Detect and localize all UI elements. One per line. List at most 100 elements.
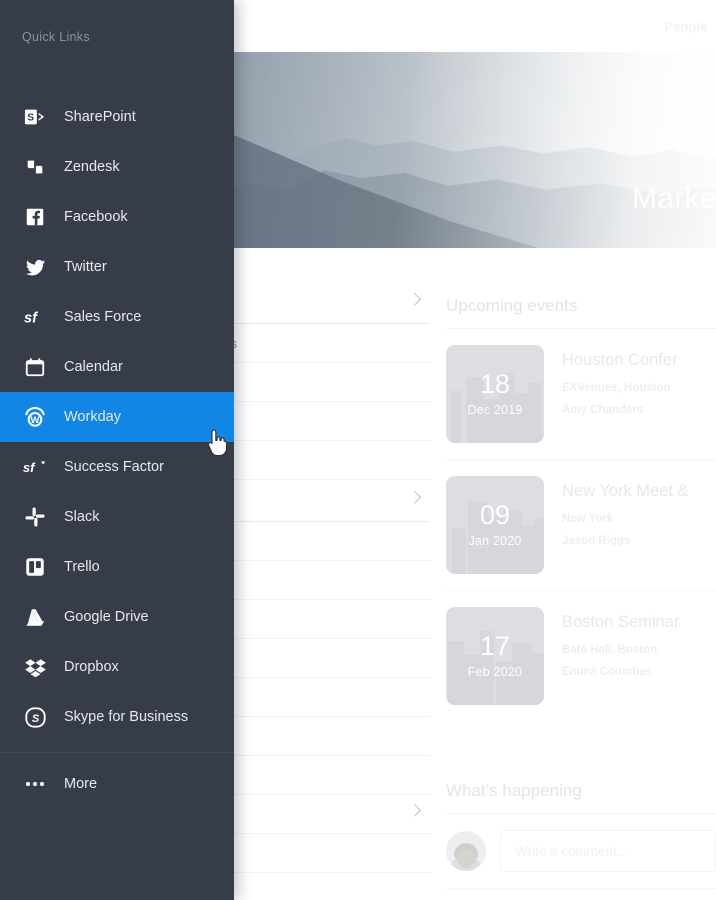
topnav-item-people[interactable]: People <box>664 19 708 34</box>
successfactors-icon: sf <box>22 454 48 480</box>
event-month: Feb 2020 <box>467 665 523 679</box>
list-row[interactable]: eral <box>188 561 430 600</box>
list-row[interactable]: rum <box>188 441 430 480</box>
event-host: Amy Chanders <box>562 404 644 416</box>
event-thumbnail: 18 Dec 2019 <box>446 345 544 443</box>
sidebar-item-label: Slack <box>64 509 100 525</box>
list-row[interactable]: als <box>188 402 430 441</box>
chevron-right-icon[interactable] <box>402 282 424 323</box>
sidebar-title: Quick Links <box>22 30 90 44</box>
event-host: Jason Riggs <box>562 535 631 547</box>
svg-text:W: W <box>31 415 40 426</box>
sidebar-item-more[interactable]: More <box>0 759 234 809</box>
navigation-list-column: ecumentsentsalsrumePointBookseral tes <box>188 282 430 900</box>
sidebar-item-dropbox[interactable]: Dropbox <box>0 642 234 692</box>
top-navigation: People <box>234 0 716 52</box>
svg-text:S: S <box>27 113 34 124</box>
sidebar-divider <box>0 752 234 753</box>
list-row[interactable] <box>234 795 430 834</box>
sidebar-item-workday[interactable]: W Workday <box>0 392 234 442</box>
sidebar-item-trello[interactable]: Trello <box>0 542 234 592</box>
event-month: Dec 2019 <box>467 403 523 417</box>
list-row[interactable] <box>234 600 430 639</box>
list-row[interactable]: e <box>188 282 430 324</box>
sidebar-item-label: Facebook <box>64 209 128 225</box>
svg-text:sf: sf <box>24 311 39 327</box>
svg-text:sf: sf <box>23 460 36 475</box>
comment-input[interactable]: Write a comment... <box>500 830 716 872</box>
sidebar-item-sharepoint[interactable]: S SharePoint <box>0 92 234 142</box>
event-info: Houston Confer EXVenues, Houston Amy Chand… <box>544 345 678 416</box>
trello-icon <box>22 554 48 580</box>
facebook-icon <box>22 204 48 230</box>
whats-happening-heading: What’s happening <box>446 767 716 814</box>
calendar-icon <box>22 354 48 380</box>
event-title[interactable]: Houston Confer <box>562 351 678 370</box>
chevron-right-icon[interactable] <box>402 795 424 833</box>
skype-icon: S <box>22 704 48 730</box>
list-row[interactable] <box>234 717 430 756</box>
sidebar-item-label: Calendar <box>64 359 123 375</box>
event-item[interactable]: 17 Feb 2020 Boston Seminar Bata Hall, Bosto… <box>446 591 716 721</box>
sidebar-item-label: Workday <box>64 409 121 425</box>
sidebar-item-calendar[interactable]: Calendar <box>0 342 234 392</box>
sidebar-item-label: SharePoint <box>64 109 136 125</box>
sidebar-item-slack[interactable]: Slack <box>0 492 234 542</box>
sidebar-item-twitter[interactable]: Twitter <box>0 242 234 292</box>
current-user-avatar <box>446 831 486 871</box>
zendesk-icon <box>22 154 48 180</box>
sidebar-item-label: Zendesk <box>64 159 120 175</box>
workday-icon: W <box>22 404 48 430</box>
upcoming-events-heading: Upcoming events <box>446 282 716 329</box>
list-row[interactable] <box>234 756 430 795</box>
sharepoint-icon: S <box>22 104 48 130</box>
event-host: Emma Coombes <box>562 666 653 678</box>
sidebar-item-label: Success Factor <box>64 459 164 475</box>
sidebar-item-label: Trello <box>64 559 100 575</box>
sidebar-item-label: Google Drive <box>64 609 149 625</box>
event-location: New York <box>562 513 614 525</box>
quick-links-sidebar: Quick Links S SharePoint Zendesk Facebook Tw… <box>0 0 234 900</box>
list-row[interactable]: tes <box>188 678 430 717</box>
event-title[interactable]: New York Meet & <box>562 482 689 501</box>
list-row[interactable]: ePoint <box>188 480 430 522</box>
whats-happening-section: What’s happening Write a comment... <box>446 767 716 900</box>
sidebar-item-google-drive[interactable]: Google Drive <box>0 592 234 642</box>
svg-text:S: S <box>31 712 39 724</box>
event-month: Jan 2020 <box>468 534 522 548</box>
list-row[interactable]: Books <box>188 522 430 561</box>
event-thumbnail: 09 Jan 2020 <box>446 476 544 574</box>
sidebar-item-facebook[interactable]: Facebook <box>0 192 234 242</box>
event-date-block: 18 Dec 2019 <box>446 345 544 443</box>
event-item[interactable]: 18 Dec 2019 Houston Confer EXVenues, Housto… <box>446 329 716 460</box>
event-info: New York Meet & New York Jason Riggs <box>544 476 689 547</box>
sidebar-item-zendesk[interactable]: Zendesk <box>0 142 234 192</box>
google-drive-icon <box>22 604 48 630</box>
sidebar-item-skype-for-business[interactable]: S Skype for Business <box>0 692 234 742</box>
sidebar-item-sales-force[interactable]: sf Sales Force <box>0 292 234 342</box>
event-info: Boston Seminar Bata Hall, Boston Emma Coom… <box>544 607 679 678</box>
list-row[interactable] <box>234 639 430 678</box>
hero-title: Marke <box>632 182 716 215</box>
event-location: Bata Hall, Boston <box>562 644 658 656</box>
event-date-block: 17 Feb 2020 <box>446 607 544 705</box>
sidebar-item-label: Dropbox <box>64 659 119 675</box>
event-thumbnail: 17 Feb 2020 <box>446 607 544 705</box>
event-day: 17 <box>479 631 511 661</box>
twitter-icon <box>22 254 48 280</box>
list-row[interactable] <box>234 834 430 873</box>
list-row[interactable]: ents <box>188 363 430 402</box>
sidebar-item-list: S SharePoint Zendesk Facebook Twitter sf Sales… <box>0 92 234 742</box>
ellipsis-icon <box>22 771 48 797</box>
feed-item[interactable]: Kyle Colon added <box>446 889 716 900</box>
chevron-right-icon[interactable] <box>402 480 424 521</box>
event-item[interactable]: 09 Jan 2020 New York Meet & New York Jason R… <box>446 460 716 591</box>
comment-composer-row: Write a comment... <box>446 814 716 889</box>
event-title[interactable]: Boston Seminar <box>562 613 679 632</box>
event-location: EXVenues, Houston <box>562 382 671 394</box>
sidebar-item-success-factor[interactable]: sf Success Factor <box>0 442 234 492</box>
list-row[interactable]: cuments <box>188 324 430 363</box>
dropbox-icon <box>22 654 48 680</box>
salesforce-icon: sf <box>22 304 48 330</box>
sidebar-item-label: Sales Force <box>64 309 142 325</box>
